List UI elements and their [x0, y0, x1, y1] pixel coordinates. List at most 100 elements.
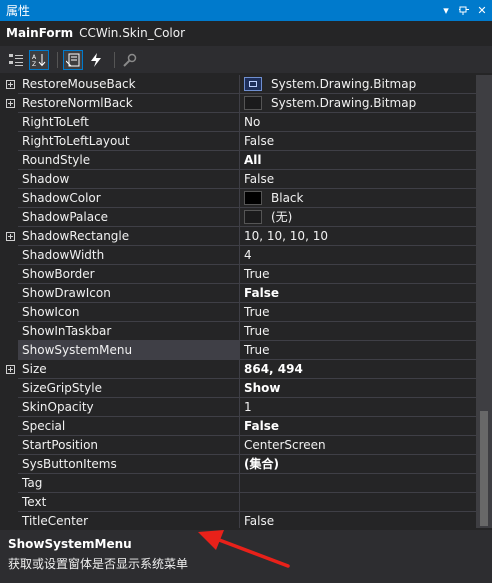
property-pages-icon[interactable] [120, 50, 140, 70]
property-name: ShadowRectangle [18, 227, 240, 246]
property-name: ShowBorder [18, 265, 240, 284]
expand-icon[interactable] [6, 365, 15, 374]
expand-icon[interactable] [6, 232, 15, 241]
object-selector[interactable]: MainForm CCWin.Skin_Color [0, 21, 492, 45]
property-name: RestoreMouseBack [18, 75, 240, 94]
property-value[interactable]: CenterScreen [240, 436, 476, 455]
property-value[interactable]: No [240, 113, 476, 132]
property-name: SkinOpacity [18, 398, 240, 417]
property-value[interactable]: True [240, 322, 476, 341]
property-value[interactable]: 4 [240, 246, 476, 265]
object-name: MainForm [6, 26, 74, 40]
red-arrow-annotation [198, 530, 290, 568]
property-row[interactable]: RestoreNormlBack System.Drawing.Bitmap [0, 94, 476, 113]
property-value[interactable]: False [240, 132, 476, 151]
property-row[interactable]: RoundStyle All [0, 151, 476, 170]
object-type: CCWin.Skin_Color [79, 26, 186, 40]
alphabetical-icon[interactable]: A Z [29, 49, 49, 70]
property-row[interactable]: ShadowColor Black [0, 189, 476, 208]
property-value[interactable]: System.Drawing.Bitmap [240, 94, 476, 113]
property-row[interactable]: StartPosition CenterScreen [0, 436, 476, 455]
property-value[interactable]: True [240, 303, 476, 322]
property-row[interactable]: SkinOpacity 1 [0, 398, 476, 417]
property-row[interactable]: ShadowWidth 4 [0, 246, 476, 265]
property-row[interactable]: Size 864, 494 [0, 360, 476, 379]
properties-icon[interactable] [63, 49, 83, 70]
bitmap-icon [244, 77, 262, 91]
property-row[interactable]: ShowDrawIcon False [0, 284, 476, 303]
properties-toolbar: A Z [0, 46, 492, 73]
property-row[interactable]: SizeGripStyle Show [0, 379, 476, 398]
property-row[interactable]: Special False [0, 417, 476, 436]
property-name: RightToLeft [18, 113, 240, 132]
property-value[interactable]: Black [240, 189, 476, 208]
property-name: RightToLeftLayout [18, 132, 240, 151]
property-row[interactable]: SysButtonItems (集合) [0, 455, 476, 474]
property-name: Size [18, 360, 240, 379]
property-name: RoundStyle [18, 151, 240, 170]
property-value-text: Black [271, 190, 304, 205]
property-name: SysButtonItems [18, 455, 240, 474]
property-value[interactable]: True [240, 265, 476, 284]
svg-text:A: A [32, 54, 37, 61]
property-name: StartPosition [18, 436, 240, 455]
property-row[interactable]: RightToLeftLayout False [0, 132, 476, 151]
property-name: Shadow [18, 170, 240, 189]
property-row[interactable]: Tag [0, 474, 476, 493]
toolbar-separator [57, 51, 58, 68]
expand-gutter [0, 75, 18, 94]
property-name: ShowInTaskbar [18, 322, 240, 341]
property-name: ShowSystemMenu [18, 341, 240, 360]
svg-text:Z: Z [32, 61, 36, 67]
property-value[interactable]: True [240, 341, 476, 360]
expand-gutter [0, 360, 18, 379]
property-value[interactable]: All [240, 151, 476, 170]
property-row[interactable]: RightToLeft No [0, 113, 476, 132]
expand-icon[interactable] [6, 99, 15, 108]
property-value[interactable]: 864, 494 [240, 360, 476, 379]
property-value[interactable] [240, 474, 476, 493]
expand-icon[interactable] [6, 80, 15, 89]
property-name: ShadowColor [18, 189, 240, 208]
property-row[interactable]: Text [0, 493, 476, 512]
property-row[interactable]: ShadowPalace (无) [0, 208, 476, 227]
property-value[interactable]: 1 [240, 398, 476, 417]
property-value-text: (无) [271, 209, 293, 224]
property-name: RestoreNormlBack [18, 94, 240, 113]
property-name: SizeGripStyle [18, 379, 240, 398]
property-value[interactable]: Show [240, 379, 476, 398]
property-name: ShadowWidth [18, 246, 240, 265]
property-value[interactable]: False [240, 284, 476, 303]
close-icon[interactable]: ✕ [474, 0, 490, 21]
property-grid: RestoreMouseBack System.Drawing.Bitmap R… [0, 75, 476, 528]
window-title: 属性 [6, 4, 31, 18]
property-row[interactable]: ShowInTaskbar True [0, 322, 476, 341]
events-icon[interactable] [86, 50, 106, 70]
property-row[interactable]: ShowIcon True [0, 303, 476, 322]
property-row[interactable]: ShadowRectangle 10, 10, 10, 10 [0, 227, 476, 246]
property-name: ShowIcon [18, 303, 240, 322]
properties-titlebar: 属性 ▾ ✕ [0, 0, 492, 21]
property-value[interactable]: False [240, 417, 476, 436]
property-row[interactable]: ShowBorder True [0, 265, 476, 284]
scrollbar-thumb[interactable] [480, 411, 488, 526]
property-row[interactable]: RestoreMouseBack System.Drawing.Bitmap [0, 75, 476, 94]
vertical-scrollbar[interactable] [476, 75, 492, 528]
property-name: Text [18, 493, 240, 512]
property-value[interactable] [240, 493, 476, 512]
pin-icon[interactable] [456, 0, 472, 21]
property-value-text: System.Drawing.Bitmap [271, 95, 417, 110]
expand-gutter [0, 94, 18, 113]
property-value[interactable]: (无) [240, 208, 476, 227]
property-value[interactable]: System.Drawing.Bitmap [240, 75, 476, 94]
property-value[interactable]: 10, 10, 10, 10 [240, 227, 476, 246]
description-text: 获取或设置窗体是否显示系统菜单 [8, 557, 189, 571]
color-swatch [244, 191, 262, 205]
property-value[interactable]: (集合) [240, 455, 476, 474]
property-row-selected[interactable]: ShowSystemMenu True [0, 341, 476, 360]
property-value[interactable]: False [240, 170, 476, 189]
dropdown-icon[interactable]: ▾ [438, 0, 454, 21]
property-row[interactable]: Shadow False [0, 170, 476, 189]
property-name: ShadowPalace [18, 208, 240, 227]
categorized-icon[interactable] [6, 50, 26, 70]
